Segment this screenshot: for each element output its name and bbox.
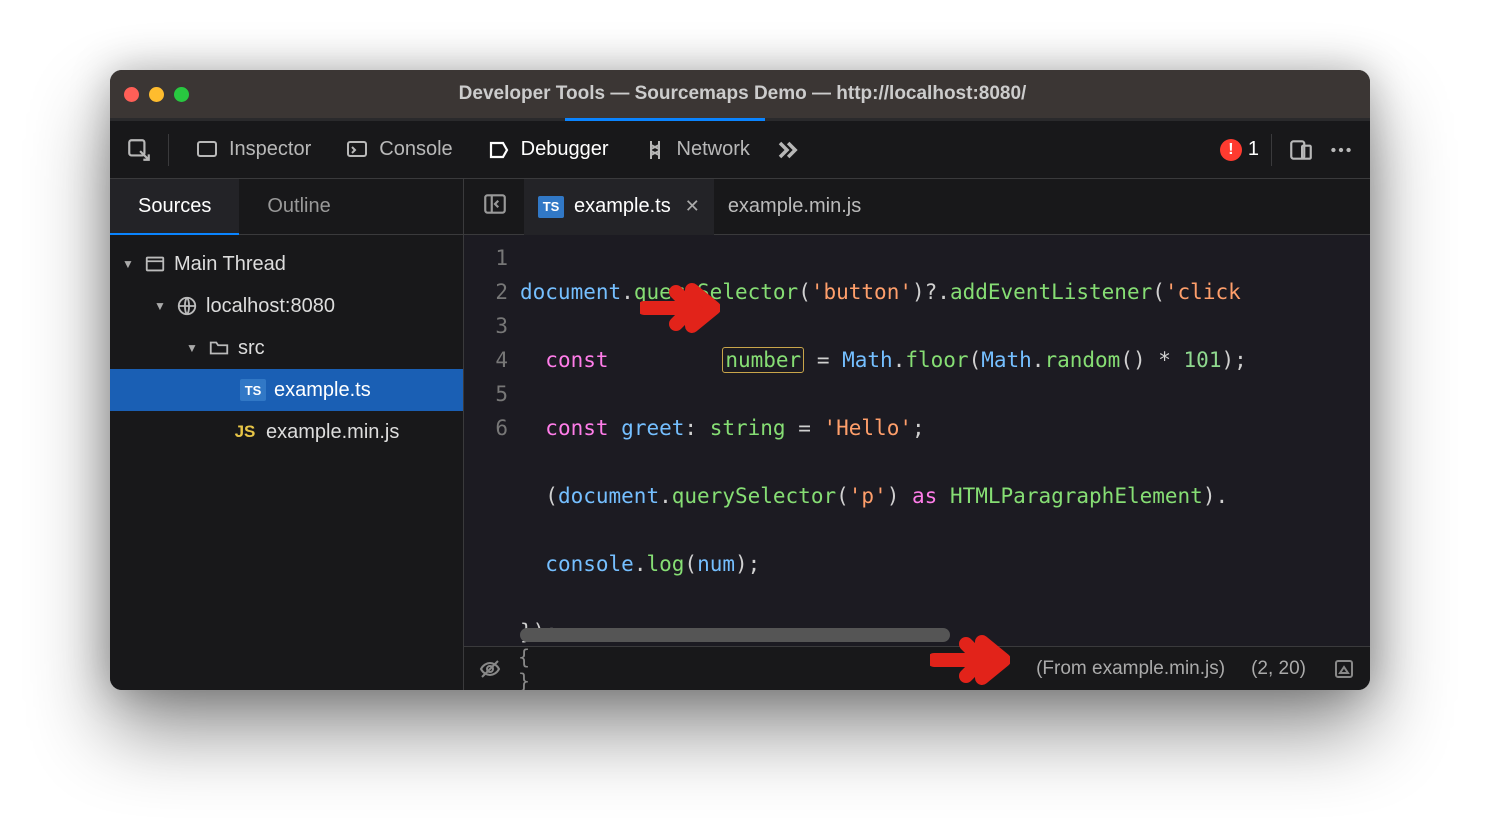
file-tab-label: example.min.js [728, 195, 861, 218]
tree-folder-src[interactable]: ▼ src [110, 327, 463, 369]
horizontal-scrollbar[interactable] [520, 628, 950, 642]
file-tab-example-ts[interactable]: TS example.ts ✕ [524, 179, 714, 235]
sidebar-tabs: Sources Outline [110, 179, 463, 235]
window-title: Developer Tools — Sourcemaps Demo — http… [189, 83, 1296, 105]
overflow-tabs-icon[interactable] [770, 133, 804, 167]
line-gutter: 1 2 3 4 5 6 [464, 235, 520, 646]
tab-label: Network [677, 138, 750, 161]
folder-icon [208, 337, 230, 359]
highlighted-token: number [722, 347, 804, 373]
typescript-icon: TS [240, 379, 266, 401]
error-count-value: 1 [1248, 138, 1259, 161]
tree-label: localhost:8080 [206, 295, 335, 318]
tree-label: Main Thread [174, 253, 286, 276]
tab-debugger[interactable]: Debugger [473, 121, 623, 179]
tree-host[interactable]: ▼ localhost:8080 [110, 285, 463, 327]
annotation-arrow-icon [640, 280, 720, 336]
sources-sidebar: Sources Outline ▼ Main Thread ▼ localhos… [110, 179, 464, 690]
sidebar-tab-outline[interactable]: Outline [239, 179, 358, 234]
globe-icon [176, 295, 198, 317]
blackbox-icon[interactable] [476, 655, 504, 683]
error-count[interactable]: ! 1 [1220, 138, 1259, 161]
tree-file-example-min-js[interactable]: JS example.min.js [110, 411, 463, 453]
cursor-position: (2, 20) [1251, 658, 1306, 680]
tree-file-example-ts[interactable]: TS example.ts [110, 369, 463, 411]
tree-main-thread[interactable]: ▼ Main Thread [110, 243, 463, 285]
file-tab-example-min-js[interactable]: example.min.js [714, 179, 875, 235]
sourcemap-origin: (From example.min.js) [1036, 658, 1225, 680]
devtools-toolbar: Inspector Console Debugger Network ! 1 [110, 121, 1370, 179]
chevron-down-icon: ▼ [154, 299, 168, 313]
chevron-down-icon: ▼ [122, 257, 136, 271]
window-icon [144, 253, 166, 275]
minimize-icon[interactable] [149, 87, 164, 102]
element-picker-icon[interactable] [122, 133, 156, 167]
file-tab-label: example.ts [574, 195, 671, 218]
debugger-main: Sources Outline ▼ Main Thread ▼ localhos… [110, 179, 1370, 690]
titlebar: Developer Tools — Sourcemaps Demo — http… [110, 70, 1370, 118]
traffic-lights [124, 87, 189, 102]
tab-label: Console [379, 138, 452, 161]
annotation-arrow-icon [930, 632, 1010, 688]
maximize-icon[interactable] [174, 87, 189, 102]
tree-label: example.min.js [266, 421, 399, 444]
javascript-icon: JS [232, 422, 258, 442]
tab-label: Inspector [229, 138, 311, 161]
toggle-sidebar-icon[interactable] [482, 191, 514, 223]
editor-tabs: TS example.ts ✕ example.min.js [464, 179, 1370, 235]
tab-inspector[interactable]: Inspector [181, 121, 325, 179]
code-editor[interactable]: 1 2 3 4 5 6 document.querySelector('butt… [464, 235, 1370, 646]
typescript-icon: TS [538, 196, 564, 218]
tab-indicator [110, 118, 1370, 121]
devtools-window: Developer Tools — Sourcemaps Demo — http… [110, 70, 1370, 690]
error-icon: ! [1220, 139, 1242, 161]
sidebar-tab-sources[interactable]: Sources [110, 179, 239, 234]
responsive-mode-icon[interactable] [1284, 133, 1318, 167]
close-icon[interactable] [124, 87, 139, 102]
tree-label: src [238, 337, 265, 360]
kebab-menu-icon[interactable] [1324, 133, 1358, 167]
tree-label: example.ts [274, 379, 371, 402]
close-tab-icon[interactable]: ✕ [685, 196, 700, 217]
chevron-down-icon: ▼ [186, 341, 200, 355]
pretty-print-icon[interactable]: { } [518, 655, 546, 683]
editor-area: TS example.ts ✕ example.min.js 1 2 3 4 5… [464, 179, 1370, 690]
editor-footer: { } (From example.min.js) (2, 20) [464, 646, 1370, 690]
source-tree: ▼ Main Thread ▼ localhost:8080 ▼ src TS [110, 235, 463, 461]
tab-label: Debugger [521, 138, 609, 161]
tab-network[interactable]: Network [629, 121, 764, 179]
map-scopes-icon[interactable] [1330, 655, 1358, 683]
tab-console[interactable]: Console [331, 121, 466, 179]
